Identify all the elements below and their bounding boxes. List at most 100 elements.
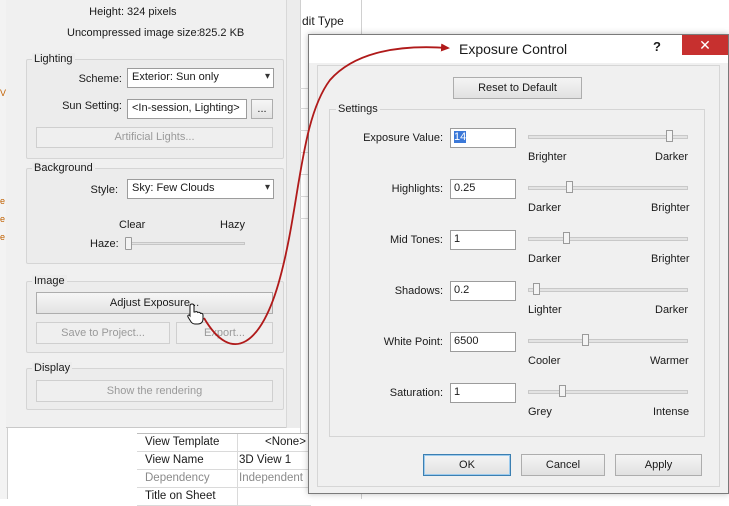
edit-type-label[interactable]: dit Type — [302, 14, 344, 28]
scheme-select[interactable]: Exterior: Sun only ▾ — [127, 68, 274, 88]
property-key: View Name — [145, 454, 204, 466]
white-point-input[interactable]: 6500 — [450, 332, 516, 352]
ok-button[interactable]: OK — [423, 454, 511, 476]
table-row[interactable]: View Name 3D View 1 — [137, 452, 311, 470]
height-value: 324 pixels — [127, 6, 177, 18]
chevron-down-icon: ▾ — [264, 71, 270, 82]
saturation-input[interactable]: 1 — [450, 383, 516, 403]
sun-setting-label: Sun Setting: — [62, 100, 122, 112]
saturation-slider-track[interactable] — [528, 390, 688, 394]
haze-label: Haze: — [90, 238, 119, 250]
mid-tones-input[interactable]: 1 — [450, 230, 516, 250]
saturation-label: Saturation: — [389, 387, 443, 399]
highlights-left-caption: Darker — [528, 202, 562, 214]
highlights-input[interactable]: 0.25 — [450, 179, 516, 199]
property-value: 3D View 1 — [239, 454, 292, 466]
highlights-label: Highlights: — [391, 183, 443, 195]
exposure-right-caption: Darker — [655, 151, 689, 163]
save-to-project-button[interactable]: Save to Project... — [36, 322, 170, 344]
highlights-right-caption: Brighter — [651, 202, 690, 214]
style-label: Style: — [90, 184, 118, 196]
saturation-text: 1 — [454, 386, 461, 398]
haze-slider-thumb[interactable] — [125, 237, 132, 250]
apply-button[interactable]: Apply — [615, 454, 702, 476]
mid-tones-slider-thumb[interactable] — [563, 232, 571, 244]
saturation-left-caption: Grey — [528, 406, 552, 418]
saturation-slider-thumb[interactable] — [558, 385, 566, 397]
shadows-slider-thumb[interactable] — [532, 283, 540, 295]
white-point-left-caption: Cooler — [528, 355, 561, 367]
image-group-label: Image — [32, 275, 67, 287]
pointer-hand-icon — [187, 303, 204, 325]
mid-tones-left-caption: Darker — [528, 253, 562, 265]
sun-setting-value: <In-session, Lighting> — [132, 102, 240, 114]
exposure-value-input[interactable]: 14 — [450, 128, 516, 148]
reset-to-default-button[interactable]: Reset to Default — [453, 77, 582, 99]
chevron-down-icon: ▾ — [264, 182, 270, 193]
property-value: <None> — [265, 436, 306, 448]
highlights-text: 0.25 — [454, 182, 476, 194]
exposure-value-slider-thumb[interactable] — [665, 130, 673, 142]
properties-table: View Template <None> View Name 3D View 1… — [137, 433, 311, 506]
haze-slider-track[interactable] — [125, 242, 245, 245]
table-row[interactable]: View Template <None> — [137, 434, 311, 452]
mid-tones-label: Mid Tones: — [390, 234, 443, 246]
exposure-value-label: Exposure Value: — [363, 132, 443, 144]
white-point-right-caption: Warmer — [650, 355, 689, 367]
mid-tones-right-caption: Brighter — [651, 253, 690, 265]
adjust-exposure-button[interactable]: Adjust Exposure... — [36, 292, 273, 314]
haze-hazy-label: Hazy — [220, 219, 246, 231]
shadows-left-caption: Lighter — [528, 304, 562, 316]
lighting-group-label: Lighting — [32, 53, 75, 65]
cancel-button[interactable]: Cancel — [521, 454, 605, 476]
mid-tones-slider-track[interactable] — [528, 237, 688, 241]
sun-setting-browse-button[interactable]: ... — [251, 99, 273, 119]
scheme-value: Exterior: Sun only — [132, 71, 219, 83]
strip-mark: e — [0, 214, 6, 224]
artificial-lights-button[interactable]: Artificial Lights... — [36, 127, 273, 148]
shadows-text: 0.2 — [454, 284, 470, 296]
highlights-slider-thumb[interactable] — [566, 181, 574, 193]
style-value: Sky: Few Clouds — [132, 182, 215, 194]
property-value: Independent — [239, 472, 303, 484]
background-group-label: Background — [32, 162, 95, 174]
mid-tones-text: 1 — [454, 233, 461, 245]
property-key: Title on Sheet — [145, 490, 216, 502]
strip-mark: e — [0, 232, 6, 242]
shadows-slider-track[interactable] — [528, 288, 688, 292]
sun-setting-field[interactable]: <In-session, Lighting> — [127, 99, 247, 119]
white-point-slider-thumb[interactable] — [581, 334, 589, 346]
panel-scroll-edge — [286, 0, 300, 428]
shadows-input[interactable]: 0.2 — [450, 281, 516, 301]
exposure-value-slider-track[interactable] — [528, 135, 688, 139]
white-point-label: White Point: — [383, 336, 443, 348]
table-row[interactable]: Title on Sheet — [137, 488, 311, 506]
close-icon[interactable]: ✕ — [682, 35, 728, 55]
shadows-right-caption: Darker — [655, 304, 689, 316]
style-select[interactable]: Sky: Few Clouds ▾ — [127, 179, 274, 199]
property-key: Dependency — [145, 472, 210, 484]
table-row[interactable]: Dependency Independent — [137, 470, 311, 488]
height-label: Height: — [89, 6, 124, 18]
haze-clear-label: Clear — [119, 219, 146, 231]
help-icon[interactable]: ? — [647, 39, 667, 54]
show-rendering-button[interactable]: Show the rendering — [36, 380, 273, 402]
white-point-slider-track[interactable] — [528, 339, 688, 343]
saturation-right-caption: Intense — [653, 406, 690, 418]
render-settings-panel: Height: 324 pixels Uncompressed image si… — [6, 0, 300, 428]
shadows-label: Shadows: — [394, 285, 443, 297]
display-group-label: Display — [32, 362, 73, 374]
exposure-value-text: 14 — [454, 131, 467, 143]
scheme-label: Scheme: — [78, 73, 122, 85]
exposure-left-caption: Brighter — [528, 151, 567, 163]
exposure-control-dialog: Exposure Control ? ✕ Reset to Default Se… — [308, 34, 729, 494]
dialog-title: Exposure Control — [459, 41, 568, 57]
export-button[interactable]: Export... — [176, 322, 273, 344]
property-key: View Template — [145, 436, 220, 448]
settings-group-label: Settings — [336, 103, 380, 115]
image-size-value: 825.2 KB — [199, 27, 245, 39]
white-point-text: 6500 — [454, 335, 479, 347]
strip-mark: e — [0, 196, 6, 206]
highlights-slider-track[interactable] — [528, 186, 688, 190]
strip-mark: V — [0, 88, 7, 98]
